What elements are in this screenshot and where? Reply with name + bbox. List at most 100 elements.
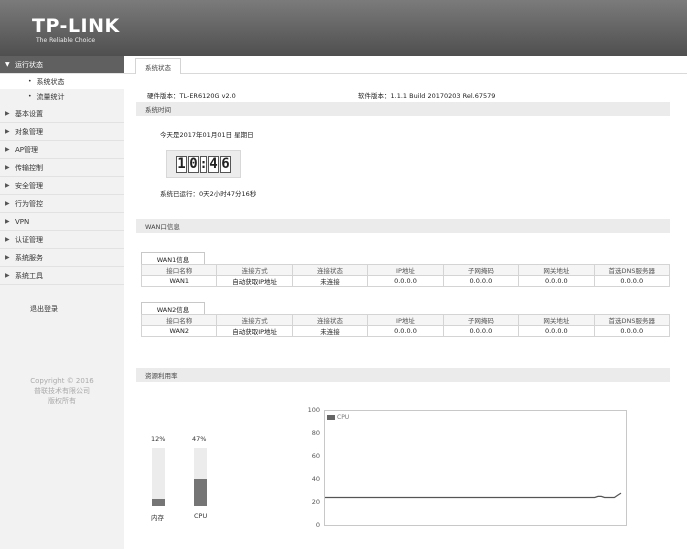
table-row: WAN1 自动获取IP地址 未连接 0.0.0.0 0.0.0.0 0.0.0.… bbox=[140, 275, 671, 287]
section-resource-usage: 资源利用率 bbox=[136, 368, 670, 382]
memory-label: 内存 bbox=[151, 514, 164, 522]
clock-digit: 1 bbox=[176, 155, 187, 173]
table-cell: 未连接 bbox=[291, 325, 369, 337]
sidebar-item-label: 系统服务 bbox=[15, 253, 43, 262]
column-header: 首选DNS服务器 bbox=[593, 264, 671, 276]
chevron-right-icon: ▶ bbox=[5, 200, 10, 207]
section-system-time: 系统时间 bbox=[136, 102, 670, 116]
column-header: IP地址 bbox=[367, 314, 444, 326]
chevron-right-icon: ▶ bbox=[5, 164, 10, 171]
sidebar-subitem-system-status[interactable]: • 系统状态 bbox=[0, 74, 124, 89]
chevron-right-icon: ▶ bbox=[5, 128, 10, 135]
tab-wan1-info[interactable]: WAN1信息 bbox=[141, 252, 205, 264]
sidebar: ▼ 运行状态 • 系统状态 • 流量统计 ▶ 基本设置 ▶ 对象管理 ▶ AP管理 ▶… bbox=[0, 56, 124, 549]
cpu-label: CPU bbox=[194, 512, 208, 520]
chevron-right-icon: ▶ bbox=[5, 254, 10, 261]
tab-wan2-info[interactable]: WAN2信息 bbox=[141, 302, 205, 314]
sidebar-item-label: 系统工具 bbox=[15, 271, 43, 280]
table-cell: 0.0.0.0 bbox=[367, 325, 444, 337]
column-header: IP地址 bbox=[367, 264, 444, 276]
clock-digit: 0 bbox=[188, 155, 199, 173]
wan1-table: 接口名称 连接方式 连接状态 IP地址 子网掩码 网关地址 首选DNS服务器 W… bbox=[140, 264, 671, 287]
chevron-down-icon: ▼ bbox=[5, 61, 10, 68]
sidebar-subitem-label: 系统状态 bbox=[36, 77, 65, 86]
section-wan-info: WAN口信息 bbox=[136, 219, 670, 233]
table-cell: 0.0.0.0 bbox=[518, 325, 595, 337]
sidebar-item-label: 运行状态 bbox=[15, 60, 43, 69]
memory-bar-fill bbox=[152, 499, 165, 506]
logout-link[interactable]: 退出登录 bbox=[30, 304, 58, 314]
bullet-icon: • bbox=[28, 93, 32, 100]
column-header: 接口名称 bbox=[140, 264, 218, 276]
legend-label: CPU bbox=[337, 414, 350, 421]
current-date: 今天是2017年01月01日 星期日 bbox=[160, 131, 254, 139]
header-bar: TP-LINK The Reliable Choice bbox=[0, 0, 687, 56]
chevron-right-icon: ▶ bbox=[5, 182, 10, 189]
sidebar-item-transport[interactable]: ▶ 传输控制 bbox=[0, 159, 124, 177]
sidebar-item-vpn[interactable]: ▶ VPN bbox=[0, 213, 124, 231]
sidebar-item-label: VPN bbox=[15, 217, 30, 226]
hardware-version: 硬件版本：TL-ER6120G v2.0 bbox=[147, 92, 236, 100]
sidebar-item-label: 认证管理 bbox=[15, 235, 43, 244]
clock-separator: : bbox=[199, 155, 208, 173]
cpu-bar-fill bbox=[194, 478, 207, 506]
chevron-right-icon: ▶ bbox=[5, 236, 10, 243]
copyright-rights: 版权所有 bbox=[48, 397, 76, 405]
chart-legend: CPU bbox=[327, 414, 349, 421]
sidebar-item-behavior[interactable]: ▶ 行为管控 bbox=[0, 195, 124, 213]
column-header: 子网掩码 bbox=[442, 314, 520, 326]
column-header: 网关地址 bbox=[518, 264, 595, 276]
table-cell: WAN2 bbox=[140, 325, 218, 337]
y-tick-label: 40 bbox=[311, 475, 320, 483]
chevron-right-icon: ▶ bbox=[5, 146, 10, 153]
brand-logo: TP-LINK bbox=[32, 15, 120, 37]
table-cell: 0.0.0.0 bbox=[518, 275, 595, 287]
sidebar-item-services[interactable]: ▶ 系统服务 bbox=[0, 249, 124, 267]
sidebar-item-tools[interactable]: ▶ 系统工具 bbox=[0, 267, 124, 285]
brand-slogan: The Reliable Choice bbox=[36, 37, 96, 44]
table-cell: 0.0.0.0 bbox=[442, 275, 520, 287]
y-tick-label: 80 bbox=[311, 429, 320, 437]
copyright-line: Copyright © 2016 bbox=[30, 377, 94, 385]
cpu-series-line bbox=[325, 492, 622, 499]
clock-display: 1 0 : 4 6 bbox=[166, 150, 241, 178]
column-header: 连接状态 bbox=[291, 264, 369, 276]
uptime-text: 系统已运行：0天2小时47分16秒 bbox=[160, 190, 257, 198]
table-row: WAN2 自动获取IP地址 未连接 0.0.0.0 0.0.0.0 0.0.0.… bbox=[140, 325, 671, 337]
sidebar-item-label: 安全管理 bbox=[15, 181, 43, 190]
y-tick-label: 0 bbox=[315, 521, 320, 529]
sidebar-subitem-label: 流量统计 bbox=[36, 92, 65, 101]
table-cell: WAN1 bbox=[140, 275, 218, 287]
copyright-company: 普联技术有限公司 bbox=[34, 387, 90, 395]
y-tick-label: 60 bbox=[311, 452, 320, 460]
tab-system-status[interactable]: 系统状态 bbox=[135, 58, 181, 74]
table-cell: 0.0.0.0 bbox=[367, 275, 444, 287]
tab-bar: 系统状态 bbox=[124, 56, 687, 74]
cpu-chart-svg bbox=[325, 492, 622, 499]
table-cell: 自动获取IP地址 bbox=[216, 325, 293, 337]
memory-percent: 12% bbox=[151, 435, 166, 443]
sidebar-item-label: 对象管理 bbox=[15, 127, 43, 136]
chevron-right-icon: ▶ bbox=[5, 218, 10, 225]
cpu-history-chart bbox=[324, 410, 627, 526]
sidebar-subitem-traffic[interactable]: • 流量统计 bbox=[0, 89, 124, 104]
wan2-table: 接口名称 连接方式 连接状态 IP地址 子网掩码 网关地址 首选DNS服务器 W… bbox=[140, 314, 671, 337]
sidebar-item-basic[interactable]: ▶ 基本设置 bbox=[0, 105, 124, 123]
sidebar-item-label: AP管理 bbox=[15, 145, 39, 154]
sidebar-item-status[interactable]: ▼ 运行状态 bbox=[0, 56, 124, 74]
software-version: 软件版本：1.1.1 Build 20170203 Rel.67579 bbox=[358, 92, 496, 100]
sidebar-item-security[interactable]: ▶ 安全管理 bbox=[0, 177, 124, 195]
column-header: 子网掩码 bbox=[442, 264, 520, 276]
sidebar-item-auth[interactable]: ▶ 认证管理 bbox=[0, 231, 124, 249]
column-header: 接口名称 bbox=[140, 314, 218, 326]
table-cell: 自动获取IP地址 bbox=[216, 275, 293, 287]
table-header-row: 接口名称 连接方式 连接状态 IP地址 子网掩码 网关地址 首选DNS服务器 bbox=[140, 264, 671, 276]
sidebar-item-ap[interactable]: ▶ AP管理 bbox=[0, 141, 124, 159]
y-tick-label: 20 bbox=[311, 498, 320, 506]
column-header: 网关地址 bbox=[518, 314, 595, 326]
table-cell: 0.0.0.0 bbox=[442, 325, 520, 337]
sidebar-item-objects[interactable]: ▶ 对象管理 bbox=[0, 123, 124, 141]
y-tick-label: 100 bbox=[307, 406, 320, 414]
sidebar-item-label: 基本设置 bbox=[15, 109, 43, 118]
clock-digit: 6 bbox=[220, 155, 231, 173]
